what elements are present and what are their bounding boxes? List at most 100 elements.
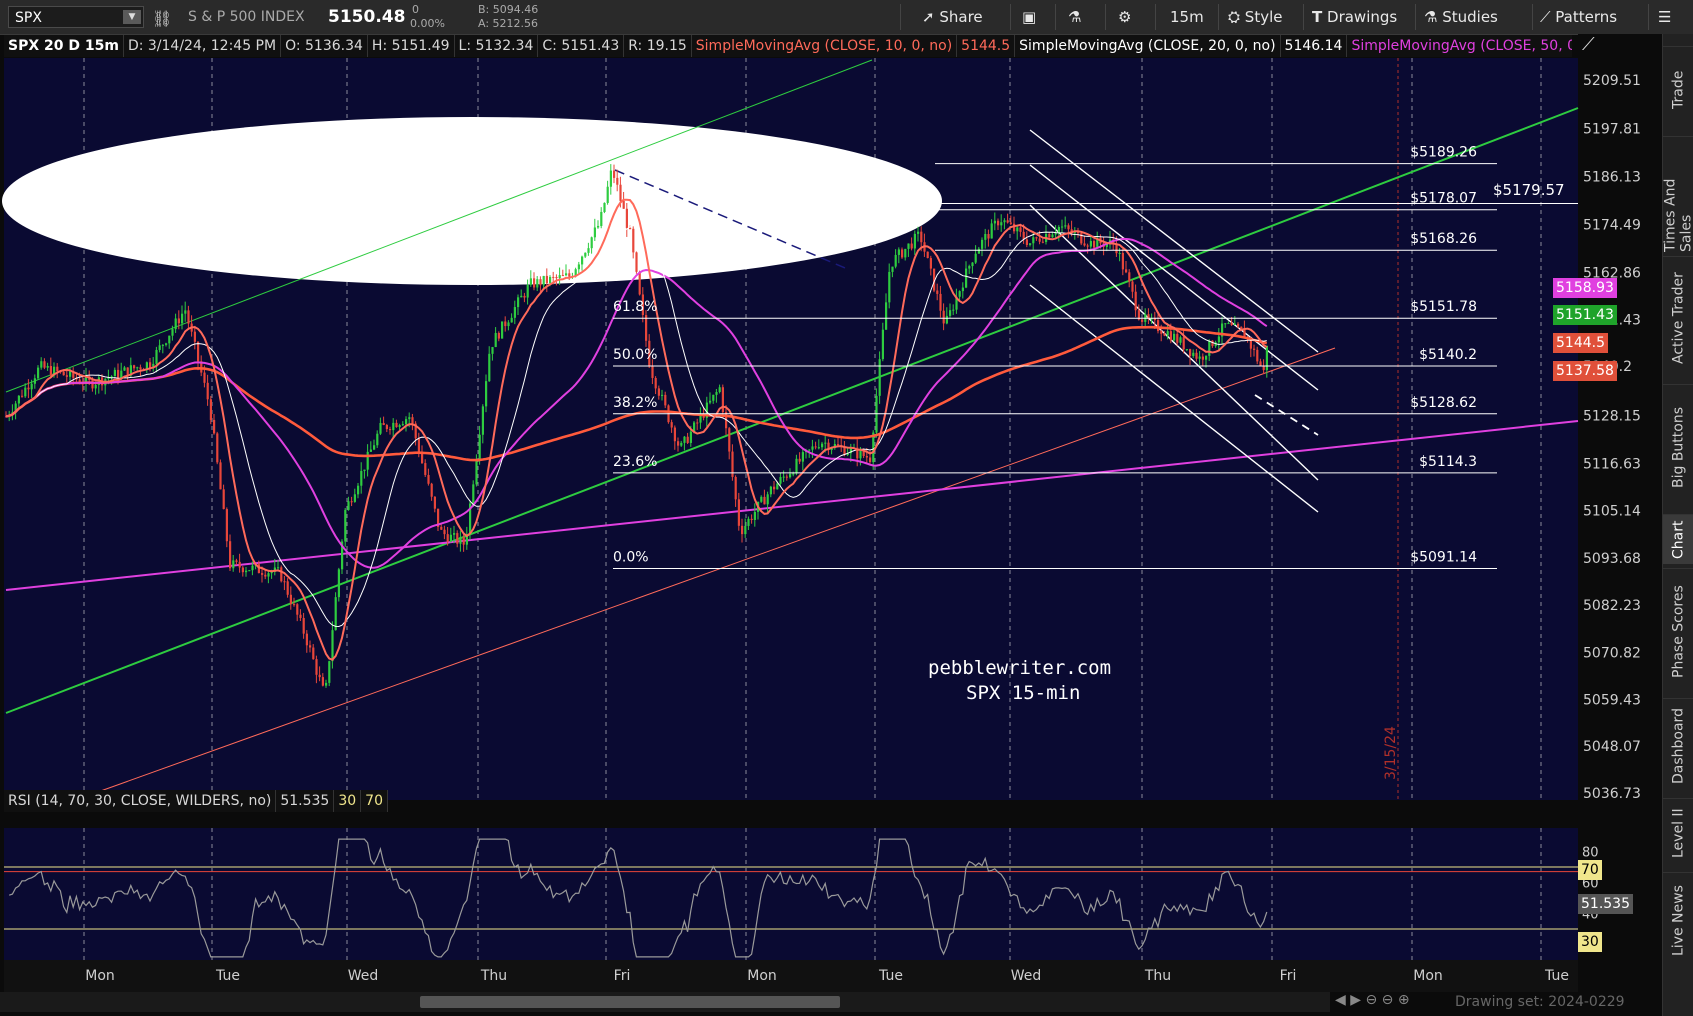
candle-body — [379, 423, 382, 434]
candle-body — [709, 400, 712, 403]
candle-body — [133, 365, 136, 369]
candle-body — [120, 370, 123, 378]
fib-price-label: $5151.78 — [1410, 299, 1477, 315]
sidebar-tab[interactable]: Phase Scores — [1663, 568, 1693, 694]
candle-body — [910, 243, 913, 249]
candle-body — [235, 560, 238, 562]
rsi-badge: 70 — [1578, 860, 1602, 880]
candle-body — [718, 387, 721, 393]
sidebar-tab[interactable]: Times And Sales — [1663, 136, 1693, 252]
sidebar-tab[interactable]: Trade — [1663, 46, 1693, 132]
candle-body — [277, 567, 280, 569]
candle-body — [65, 375, 68, 377]
candle-body — [619, 184, 622, 201]
candle-body — [94, 384, 97, 389]
candle-body — [568, 273, 571, 277]
price-tick-label: 5082.23 — [1583, 598, 1641, 614]
scroll-thumb[interactable] — [420, 996, 840, 1008]
zoom-fit-icon[interactable]: ⊖ — [1365, 992, 1377, 1008]
candle-body — [987, 233, 990, 239]
sidebar-tab[interactable]: Level II — [1663, 798, 1693, 868]
fib-percent-label: 0.0% — [613, 549, 649, 565]
candle-body — [475, 459, 478, 485]
candle-body — [990, 223, 993, 239]
candle-body — [302, 617, 305, 634]
sidebar-tab[interactable]: Dashboard — [1663, 698, 1693, 794]
candle-body — [446, 534, 449, 542]
scroll-right-icon[interactable]: ▶ — [1350, 992, 1361, 1008]
fib-percent-label: 50.0% — [613, 347, 657, 363]
candle-body — [1134, 291, 1137, 311]
candle-body — [517, 297, 520, 308]
time-tick-label: Tue — [1544, 968, 1569, 984]
candle-body — [1048, 233, 1051, 238]
candle-body — [1061, 226, 1064, 228]
candle-body — [769, 486, 772, 495]
candle-body — [901, 249, 904, 258]
chart-canvas[interactable]: $5189.26 $5178.07 $5168.26 61.8% $5151.78 50.… — [0, 0, 1662, 1016]
candle-body — [657, 388, 660, 396]
candle-body — [1089, 241, 1092, 247]
candle-body — [389, 429, 392, 431]
fib-percent-label: 61.8% — [613, 299, 657, 315]
time-tick-label: Thu — [1144, 968, 1171, 984]
scroll-left-icon[interactable]: ◀ — [1335, 992, 1346, 1008]
sma20-label[interactable]: SimpleMovingAvg (CLOSE, 20, 0, no) — [1015, 35, 1281, 57]
chart-scrollbar[interactable] — [0, 992, 1330, 1012]
candle-body — [472, 484, 475, 504]
candle-body — [193, 331, 196, 342]
candle-body — [885, 302, 888, 330]
zoom-in-icon[interactable]: ⊕ — [1398, 992, 1410, 1008]
sidebar-tab[interactable]: Live News — [1663, 872, 1693, 968]
candle-body — [216, 433, 219, 463]
candle-body — [606, 186, 609, 203]
candle-body — [222, 489, 225, 510]
candle-body — [613, 170, 616, 178]
sidebar-tab[interactable]: Chart — [1663, 514, 1693, 564]
candle-body — [37, 367, 40, 379]
rsi-label[interactable]: RSI (14, 70, 30, CLOSE, WILDERS, no) — [4, 790, 277, 812]
candle-body — [1006, 220, 1009, 223]
candle-body — [1230, 323, 1233, 325]
candle-body — [328, 661, 331, 683]
candle-body — [43, 361, 46, 368]
candle-body — [555, 277, 558, 279]
candle-body — [1166, 331, 1169, 336]
candle-body — [661, 394, 664, 396]
price-badge: 5144.5 — [1553, 333, 1608, 353]
sidebar-tab[interactable]: Big Buttons — [1663, 384, 1693, 510]
sma50-label[interactable]: SimpleMovingAvg (CLOSE, 50, 0,... — [1347, 35, 1572, 57]
candle-body — [859, 450, 862, 459]
candle-body — [485, 381, 488, 407]
candle-body — [609, 170, 612, 187]
candle-body — [795, 458, 798, 474]
candle-body — [632, 228, 635, 253]
candle-body — [299, 614, 302, 618]
candle-body — [449, 534, 452, 542]
candle-body — [139, 367, 142, 370]
fib-percent-label: 38.2% — [613, 395, 657, 411]
candle-body — [1118, 253, 1121, 255]
sidebar-tab[interactable]: Active Trader — [1663, 256, 1693, 380]
candle-body — [1032, 237, 1035, 244]
price-tick-label: 5186.13 — [1583, 169, 1641, 185]
candle-body — [280, 567, 283, 582]
candle-body — [232, 560, 235, 569]
candle-body — [981, 239, 984, 249]
zoom-out-icon[interactable]: ⊖ — [1382, 992, 1394, 1008]
candle-body — [625, 208, 628, 229]
draw-tool-icon[interactable]: ⟋ — [1582, 34, 1595, 55]
fib-price-label: $5091.14 — [1410, 549, 1477, 565]
candle-body — [1128, 272, 1131, 282]
candle-body — [203, 372, 206, 383]
bar-low: L: 5132.34 — [454, 35, 539, 57]
candle-body — [1182, 337, 1185, 350]
candle-body — [373, 445, 376, 450]
candle-body — [382, 423, 385, 426]
candle-body — [165, 343, 168, 345]
drawing-set-label: Drawing set: 2024-0229 — [1455, 994, 1625, 1010]
price-tick-label: 5174.49 — [1583, 218, 1641, 234]
candle-body — [1256, 349, 1259, 362]
sma10-label[interactable]: SimpleMovingAvg (CLOSE, 10, 0, no) — [691, 35, 958, 57]
candle-body — [1227, 323, 1230, 325]
